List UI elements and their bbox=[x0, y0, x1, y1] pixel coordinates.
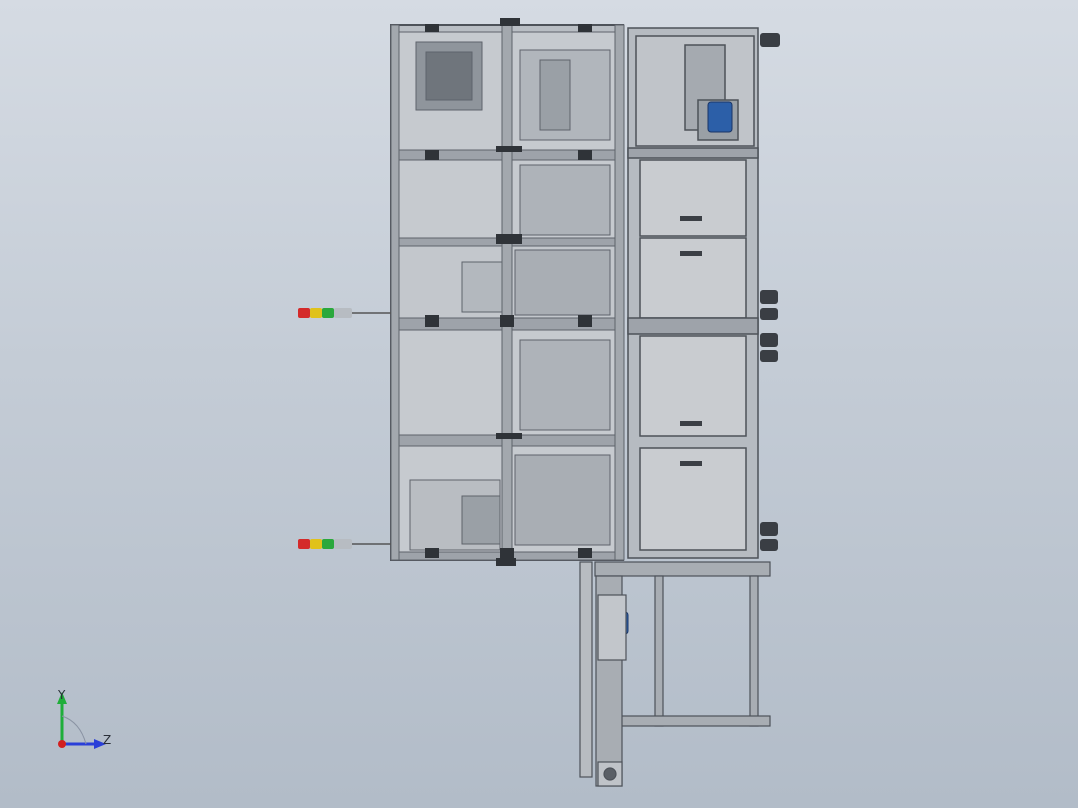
assembly-model[interactable] bbox=[0, 0, 1078, 808]
graphics-viewport[interactable]: Y Z bbox=[0, 0, 1078, 808]
signal-tower-lower[interactable] bbox=[298, 539, 391, 549]
right-cabinet[interactable] bbox=[627, 27, 759, 559]
triad-z-label: Z bbox=[103, 733, 112, 747]
main-frame[interactable] bbox=[390, 18, 625, 566]
support-stand[interactable] bbox=[579, 561, 771, 787]
signal-tower-upper[interactable] bbox=[298, 308, 391, 318]
side-valves[interactable] bbox=[760, 33, 780, 551]
triad-y-label: Y bbox=[58, 688, 66, 702]
